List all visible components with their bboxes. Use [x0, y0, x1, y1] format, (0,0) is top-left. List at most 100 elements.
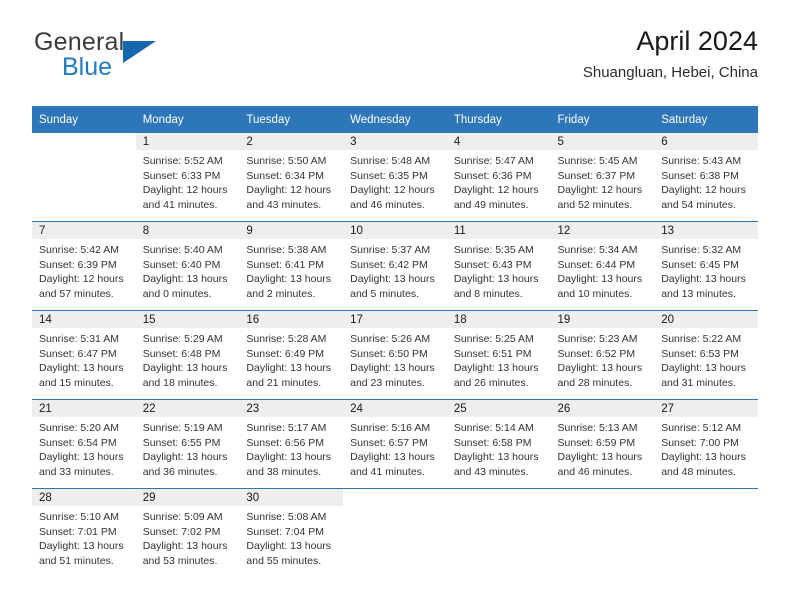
calendar-day-cell[interactable]: 22 Sunrise: 5:19 AM Sunset: 6:55 PM Dayligh…: [135, 399, 240, 489]
day-cell-content: 5 Sunrise: 5:45 AM Sunset: 6:37 PM Daylight…: [550, 133, 655, 221]
daylight-text-cont: and 48 minutes.: [661, 465, 736, 478]
day-number: 3: [343, 133, 447, 150]
calendar-day-cell[interactable]: 14 Sunrise: 5:31 AM Sunset: 6:47 PM Dayligh…: [32, 310, 136, 400]
calendar-day-cell[interactable]: 6 Sunrise: 5:43 AM Sunset: 6:38 PM Daylight…: [654, 133, 758, 222]
calendar-day-cell[interactable]: 24 Sunrise: 5:16 AM Sunset: 6:57 PM Dayligh…: [343, 399, 447, 489]
page-title: April 2024: [636, 26, 758, 56]
calendar-week-row: 7 Sunrise: 5:42 AM Sunset: 6:39 PM Daylight…: [32, 221, 758, 311]
daylight-text: Daylight: 13 hours: [453, 273, 539, 286]
daylight-text-cont: and 49 minutes.: [453, 198, 529, 211]
daylight-text: Daylight: 13 hours: [350, 362, 435, 375]
calendar-day-cell[interactable]: 4 Sunrise: 5:47 AM Sunset: 6:36 PM Daylight…: [446, 133, 551, 222]
sunrise-text: Sunrise: 5:26 AM: [350, 333, 431, 345]
calendar-day-cell[interactable]: 10 Sunrise: 5:37 AM Sunset: 6:42 PM Dayligh…: [343, 221, 447, 311]
triangle-flag-icon: [123, 41, 156, 63]
calendar-day-cell[interactable]: 25 Sunrise: 5:14 AM Sunset: 6:58 PM Dayligh…: [446, 399, 551, 489]
general-blue-logo: General Blue: [34, 28, 234, 86]
calendar-day-cell[interactable]: 23 Sunrise: 5:17 AM Sunset: 6:56 PM Dayligh…: [239, 399, 344, 489]
day-detail-lines: Sunrise: 5:26 AM Sunset: 6:50 PM Daylight:…: [343, 328, 447, 390]
calendar-day-cell[interactable]: 5 Sunrise: 5:45 AM Sunset: 6:37 PM Daylight…: [550, 133, 655, 222]
day-number: 15: [135, 311, 240, 328]
day-cell-content: 22 Sunrise: 5:19 AM Sunset: 6:55 PM Dayligh…: [135, 400, 240, 488]
sunset-text: Sunset: 6:59 PM: [557, 436, 636, 449]
calendar-day-cell[interactable]: 29 Sunrise: 5:09 AM Sunset: 7:02 PM Dayligh…: [135, 488, 240, 577]
daylight-text: Daylight: 12 hours: [39, 273, 124, 286]
weekday-header-wednesday: Wednesday: [343, 106, 447, 133]
day-cell-content: 21 Sunrise: 5:20 AM Sunset: 6:54 PM Dayligh…: [32, 400, 136, 488]
calendar-day-cell[interactable]: 9 Sunrise: 5:38 AM Sunset: 6:41 PM Daylight…: [239, 221, 344, 311]
sunset-text: Sunset: 6:42 PM: [350, 258, 428, 271]
sunrise-text: Sunrise: 5:29 AM: [142, 333, 223, 345]
calendar-day-cell[interactable]: 12 Sunrise: 5:34 AM Sunset: 6:44 PM Dayligh…: [550, 221, 655, 311]
calendar-day-cell[interactable]: 26 Sunrise: 5:13 AM Sunset: 6:59 PM Dayligh…: [550, 399, 655, 489]
daylight-text-cont: and 43 minutes.: [246, 198, 322, 211]
daylight-text-cont: and 28 minutes.: [557, 376, 633, 389]
sunset-text: Sunset: 6:53 PM: [661, 347, 739, 360]
day-detail-lines: Sunrise: 5:25 AM Sunset: 6:51 PM Daylight:…: [447, 328, 551, 390]
calendar-week-row: 14 Sunrise: 5:31 AM Sunset: 6:47 PM Dayligh…: [32, 310, 758, 400]
daylight-text: Daylight: 13 hours: [142, 362, 228, 375]
day-detail-lines: Sunrise: 5:34 AM Sunset: 6:44 PM Daylight:…: [551, 239, 655, 301]
day-detail-lines: Sunrise: 5:17 AM Sunset: 6:56 PM Daylight:…: [239, 417, 343, 479]
daylight-text-cont: and 26 minutes.: [453, 376, 529, 389]
daylight-text: Daylight: 13 hours: [246, 273, 332, 286]
sunrise-text: Sunrise: 5:47 AM: [453, 155, 534, 167]
sunset-text: Sunset: 6:54 PM: [39, 436, 117, 449]
calendar-day-cell[interactable]: 30 Sunrise: 5:08 AM Sunset: 7:04 PM Dayligh…: [239, 488, 344, 577]
sunset-text: Sunset: 6:57 PM: [350, 436, 428, 449]
daylight-text-cont: and 41 minutes.: [350, 465, 425, 478]
day-cell-content: 10 Sunrise: 5:37 AM Sunset: 6:42 PM Dayligh…: [343, 222, 447, 310]
calendar-day-cell[interactable]: 1 Sunrise: 5:52 AM Sunset: 6:33 PM Daylight…: [135, 133, 240, 222]
daylight-text-cont: and 0 minutes.: [142, 287, 212, 300]
calendar-day-cell[interactable]: 27 Sunrise: 5:12 AM Sunset: 7:00 PM Dayligh…: [654, 399, 758, 489]
day-number: 11: [446, 222, 551, 239]
sunset-text: Sunset: 7:04 PM: [246, 525, 325, 538]
day-detail-lines: Sunrise: 5:14 AM Sunset: 6:58 PM Daylight:…: [447, 417, 551, 479]
calendar-day-cell[interactable]: 21 Sunrise: 5:20 AM Sunset: 6:54 PM Dayligh…: [32, 399, 136, 489]
day-cell-content: 18 Sunrise: 5:25 AM Sunset: 6:51 PM Dayligh…: [446, 311, 551, 399]
calendar-day-cell[interactable]: 11 Sunrise: 5:35 AM Sunset: 6:43 PM Dayligh…: [446, 221, 551, 311]
calendar-day-cell[interactable]: 7 Sunrise: 5:42 AM Sunset: 6:39 PM Daylight…: [32, 221, 136, 311]
sunrise-text: Sunrise: 5:42 AM: [39, 244, 119, 256]
sunrise-text: Sunrise: 5:19 AM: [142, 422, 223, 434]
day-cell-content: 9 Sunrise: 5:38 AM Sunset: 6:41 PM Daylight…: [239, 222, 344, 310]
day-detail-lines: Sunrise: 5:08 AM Sunset: 7:04 PM Daylight:…: [239, 506, 343, 568]
day-detail-lines: [447, 506, 551, 510]
day-cell-content: 17 Sunrise: 5:26 AM Sunset: 6:50 PM Dayligh…: [343, 311, 447, 399]
sunset-text: Sunset: 6:43 PM: [453, 258, 532, 271]
calendar-day-cell[interactable]: 15 Sunrise: 5:29 AM Sunset: 6:48 PM Dayligh…: [135, 310, 240, 400]
sunset-text: Sunset: 7:00 PM: [661, 436, 739, 449]
sunset-text: Sunset: 6:38 PM: [661, 169, 739, 182]
calendar-page: General Blue April 2024 Shuangluan, Hebe…: [0, 0, 792, 612]
daylight-text-cont: and 52 minutes.: [557, 198, 633, 211]
day-number: 6: [654, 133, 758, 150]
day-cell-content: 2 Sunrise: 5:50 AM Sunset: 6:34 PM Daylight…: [239, 133, 344, 221]
day-number: 17: [343, 311, 447, 328]
calendar-day-cell[interactable]: 2 Sunrise: 5:50 AM Sunset: 6:34 PM Daylight…: [239, 133, 344, 222]
calendar-day-cell[interactable]: 19 Sunrise: 5:23 AM Sunset: 6:52 PM Dayligh…: [550, 310, 655, 400]
day-number: [343, 489, 447, 506]
sunset-text: Sunset: 6:56 PM: [246, 436, 325, 449]
sunrise-text: Sunrise: 5:35 AM: [453, 244, 534, 256]
day-cell-content: 19 Sunrise: 5:23 AM Sunset: 6:52 PM Dayligh…: [550, 311, 655, 399]
calendar-day-cell[interactable]: 20 Sunrise: 5:22 AM Sunset: 6:53 PM Dayligh…: [654, 310, 758, 400]
weekday-header-sunday: Sunday: [32, 106, 136, 133]
daylight-text: Daylight: 13 hours: [661, 273, 746, 286]
day-number: 26: [550, 400, 655, 417]
calendar-day-cell[interactable]: 16 Sunrise: 5:28 AM Sunset: 6:49 PM Dayligh…: [239, 310, 344, 400]
calendar-day-cell[interactable]: 28 Sunrise: 5:10 AM Sunset: 7:01 PM Dayligh…: [32, 488, 136, 577]
sunset-text: Sunset: 6:58 PM: [453, 436, 532, 449]
sunrise-text: Sunrise: 5:17 AM: [246, 422, 327, 434]
day-cell-content: 24 Sunrise: 5:16 AM Sunset: 6:57 PM Dayligh…: [343, 400, 447, 488]
calendar-day-cell[interactable]: 13 Sunrise: 5:32 AM Sunset: 6:45 PM Dayligh…: [654, 221, 758, 311]
day-number: [32, 133, 136, 150]
calendar-day-cell[interactable]: 8 Sunrise: 5:40 AM Sunset: 6:40 PM Daylight…: [135, 221, 240, 311]
day-number: 16: [239, 311, 344, 328]
calendar-day-cell[interactable]: 18 Sunrise: 5:25 AM Sunset: 6:51 PM Dayligh…: [446, 310, 551, 400]
daylight-text-cont: and 5 minutes.: [350, 287, 419, 300]
daylight-text: Daylight: 13 hours: [661, 451, 746, 464]
calendar-body: 1 Sunrise: 5:52 AM Sunset: 6:33 PM Daylight…: [32, 133, 758, 577]
sunrise-text: Sunrise: 5:32 AM: [661, 244, 742, 256]
calendar-day-cell[interactable]: 3 Sunrise: 5:48 AM Sunset: 6:35 PM Daylight…: [343, 133, 447, 222]
calendar-day-cell[interactable]: 17 Sunrise: 5:26 AM Sunset: 6:50 PM Dayligh…: [343, 310, 447, 400]
